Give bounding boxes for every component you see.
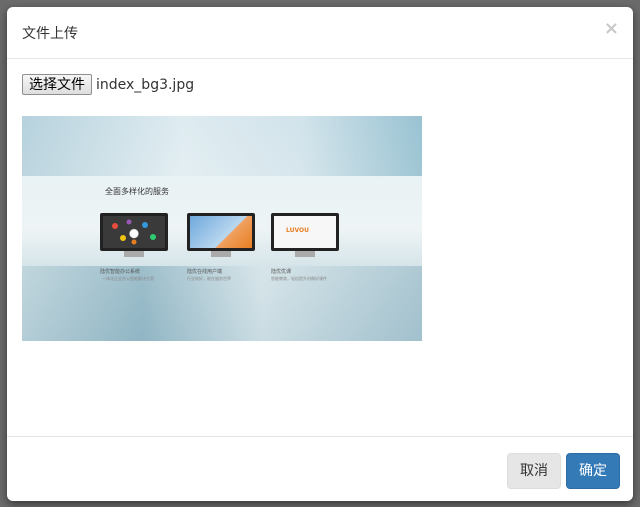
caption-subtitle-2: 行业较好，能在服务世界 <box>187 276 231 281</box>
caption-title-1: 陆优智能办公系统 <box>100 269 141 275</box>
dialog-title: 文件上传 <box>22 26 78 42</box>
caption-title-2: 陆优在线用户端 <box>187 269 223 275</box>
caption-subtitle-3: 智能教育，轻松提升机做好课件 <box>271 276 327 281</box>
preview-heading: 全面多样化的服务 <box>105 187 169 196</box>
dialog-header: 文件上传 × <box>7 7 633 59</box>
confirm-button[interactable]: 确定 <box>566 453 620 489</box>
monitor-image-2 <box>187 213 255 257</box>
choose-file-button[interactable]: 选择文件 <box>22 74 92 95</box>
dialog-footer: 取消 确定 <box>7 436 633 501</box>
screen3-logo-text: LUVOU <box>286 227 309 234</box>
close-icon[interactable]: × <box>604 20 619 38</box>
cancel-button[interactable]: 取消 <box>507 453 561 489</box>
image-preview: 全面多样化的服务 LUVOU 陆优智能办公系统 一体化企业办公智能解决方案 陆优… <box>22 116 422 341</box>
file-upload-dialog: 文件上传 × 选择文件 index_bg3.jpg 全面多样化的服务 LUVOU… <box>7 7 633 501</box>
caption-title-3: 陆优优课 <box>271 269 292 275</box>
caption-subtitle-1: 一体化企业办公智能解决方案 <box>102 276 154 281</box>
selected-file-name: index_bg3.jpg <box>96 76 195 93</box>
monitor-image-1 <box>100 213 168 257</box>
monitor-image-3: LUVOU <box>271 213 339 257</box>
file-input: 选择文件 index_bg3.jpg <box>22 74 194 95</box>
